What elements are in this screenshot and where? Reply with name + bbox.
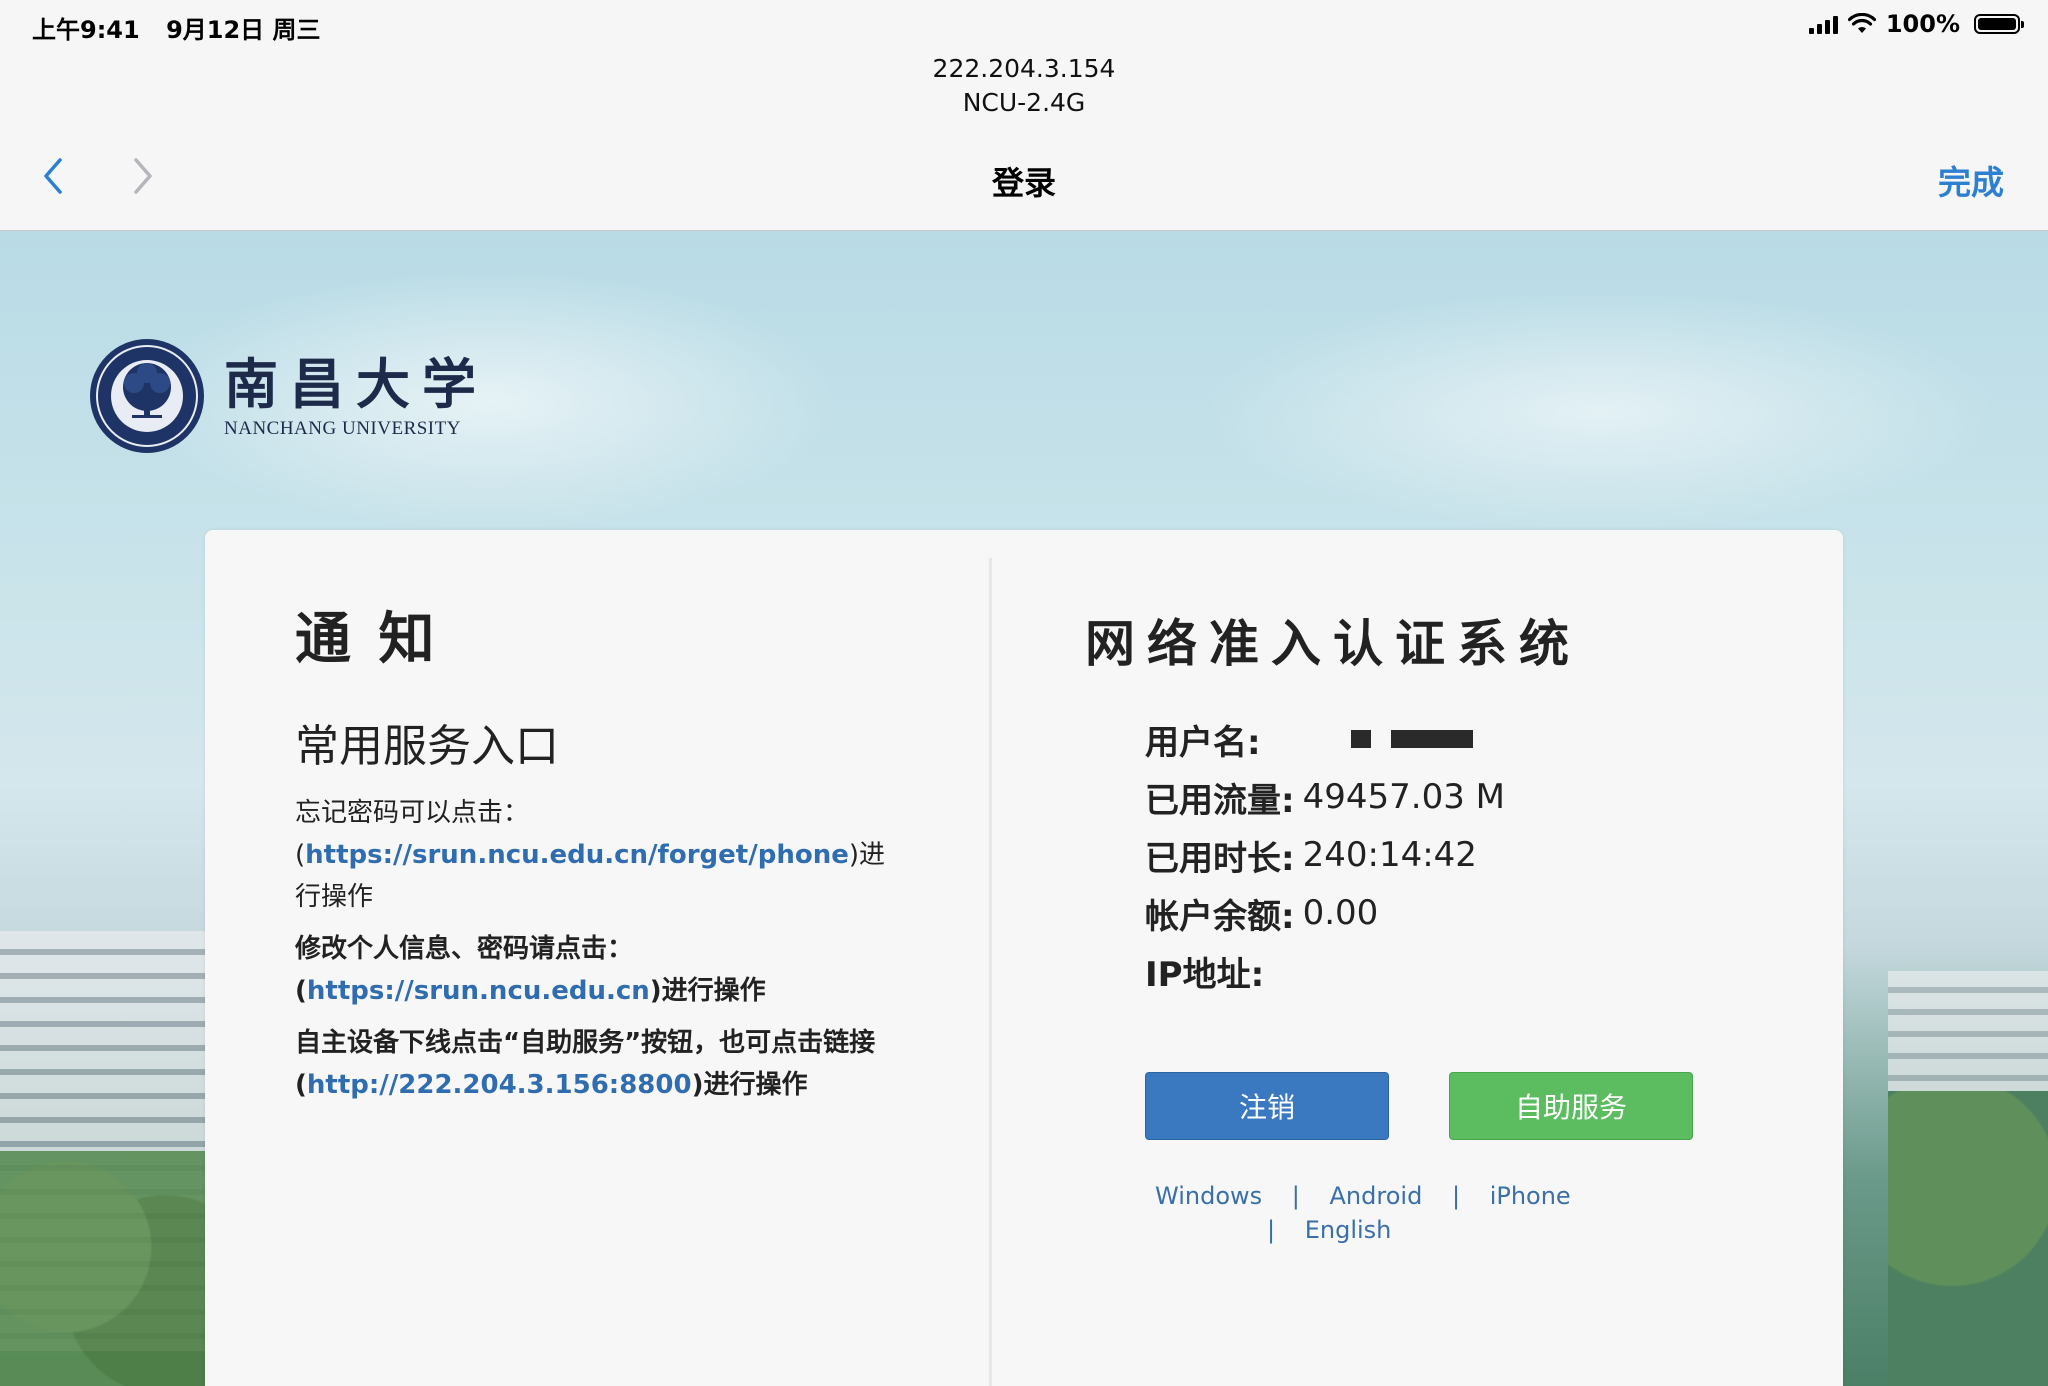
system-title: 网络准入认证系统: [1085, 615, 1581, 673]
balance-row: 帐户余额: 0.00: [1145, 884, 1505, 942]
srun-portal-link[interactable]: https://srun.ncu.edu.cn: [307, 976, 650, 1006]
notice-heading: 通 知: [295, 607, 439, 672]
network-name: NCU-2.4G: [962, 88, 1086, 117]
account-info: 用户名: 已用流量: 49457.03 M 已用时长: 240:14:42 帐户…: [1145, 710, 1505, 1000]
notice-item-edit-profile: 修改个人信息、密码请点击：(https://srun.ncu.edu.cn)进行…: [295, 928, 895, 1012]
logo-name-en: NANCHANG UNIVERSITY: [224, 418, 461, 439]
duration-label: 已用时长:: [1145, 838, 1295, 879]
status-time: 上午9:41: [32, 16, 140, 44]
status-right: 100%: [1808, 10, 2024, 38]
page-title: 登录: [991, 164, 1056, 202]
notice-body: 忘记密码可以点击：(https://srun.ncu.edu.cn/forget…: [295, 792, 895, 1116]
battery-icon: [1974, 14, 2024, 34]
duration-value: 240:14:42: [1302, 835, 1477, 875]
ip-label: IP地址:: [1145, 954, 1265, 995]
status-left: 上午9:41 9月12日 周三: [32, 10, 339, 45]
browser-header: 222.204.3.154 NCU-2.4G 登录 完成: [0, 46, 2048, 231]
traffic-label: 已用流量:: [1145, 780, 1295, 821]
client-link-english[interactable]: English: [1305, 1216, 1392, 1244]
battery-fill: [1978, 18, 2016, 30]
username-label: 用户名:: [1145, 722, 1261, 763]
login-card: 通 知 常用服务入口 忘记密码可以点击：(https://srun.ncu.ed…: [205, 530, 1843, 1386]
ip-row: IP地址:: [1145, 942, 1505, 1000]
duration-row: 已用时长: 240:14:42: [1145, 826, 1505, 884]
safari-login-sheet: 上午9:41 9月12日 周三 100% 222.204.3.154 NCU-2…: [0, 0, 2048, 1386]
self-service-link[interactable]: http://222.204.3.156:8800: [307, 1070, 692, 1100]
done-button[interactable]: 完成: [1938, 156, 2004, 204]
client-link-windows[interactable]: Windows: [1155, 1182, 1262, 1210]
balance-label: 帐户余额:: [1145, 896, 1295, 937]
services-heading: 常用服务入口: [295, 721, 559, 772]
redacted-username: [1350, 730, 1371, 748]
client-links-row: Windows | Android | iPhone: [1155, 1182, 1855, 1216]
address-text: 222.204.3.154: [932, 54, 1116, 83]
status-date: 9月12日 周三: [166, 16, 321, 44]
self-service-button[interactable]: 自助服务: [1449, 1072, 1693, 1140]
university-logo: 南昌大学 NANCHANG UNIVERSITY: [88, 337, 488, 455]
logo-name-cn: 南昌大学: [224, 352, 488, 416]
notice-item-device-offline: 自主设备下线点击“自助服务”按钮，也可点击链接(http://222.204.3…: [295, 1022, 895, 1106]
link-separator: |: [1267, 1216, 1276, 1244]
client-link-iphone[interactable]: iPhone: [1490, 1182, 1571, 1210]
link-separator: |: [1451, 1182, 1461, 1210]
traffic-value: 49457.03 M: [1302, 777, 1505, 817]
traffic-row: 已用流量: 49457.03 M: [1145, 768, 1505, 826]
battery-percent: 100%: [1885, 10, 1960, 38]
username-row: 用户名:: [1145, 710, 1505, 768]
link-separator: |: [1291, 1182, 1300, 1210]
background-cloud: [1200, 291, 2000, 531]
client-links-row: | English: [1155, 1216, 1855, 1250]
client-link-android[interactable]: Android: [1330, 1182, 1423, 1210]
notice-item-forget-password: 忘记密码可以点击：(https://srun.ncu.edu.cn/forget…: [295, 792, 895, 918]
balance-value: 0.00: [1302, 893, 1379, 933]
status-bar: 上午9:41 9月12日 周三 100%: [0, 0, 2048, 46]
university-seal-icon: [90, 339, 204, 453]
notice-item-suffix: )进行操作: [649, 976, 766, 1006]
wifi-icon: [1847, 13, 1876, 33]
card-divider: [989, 558, 992, 1386]
background-trees: [0, 1151, 220, 1386]
forget-password-link[interactable]: https://srun.ncu.edu.cn/forget/phone: [305, 840, 849, 870]
logout-button[interactable]: 注销: [1145, 1072, 1389, 1140]
redacted-username: [1390, 730, 1473, 748]
client-download-links: Windows | Android | iPhone | English: [1155, 1182, 1855, 1250]
notice-item-suffix: )进行操作: [691, 1070, 808, 1100]
cellular-signal-icon: [1808, 14, 1838, 34]
background-trees: [1888, 1091, 2048, 1386]
logo-text: 南昌大学 NANCHANG UNIVERSITY: [224, 352, 488, 440]
web-content: 南昌大学 NANCHANG UNIVERSITY 通 知 常用服务入口 忘记密码…: [0, 231, 2048, 1386]
